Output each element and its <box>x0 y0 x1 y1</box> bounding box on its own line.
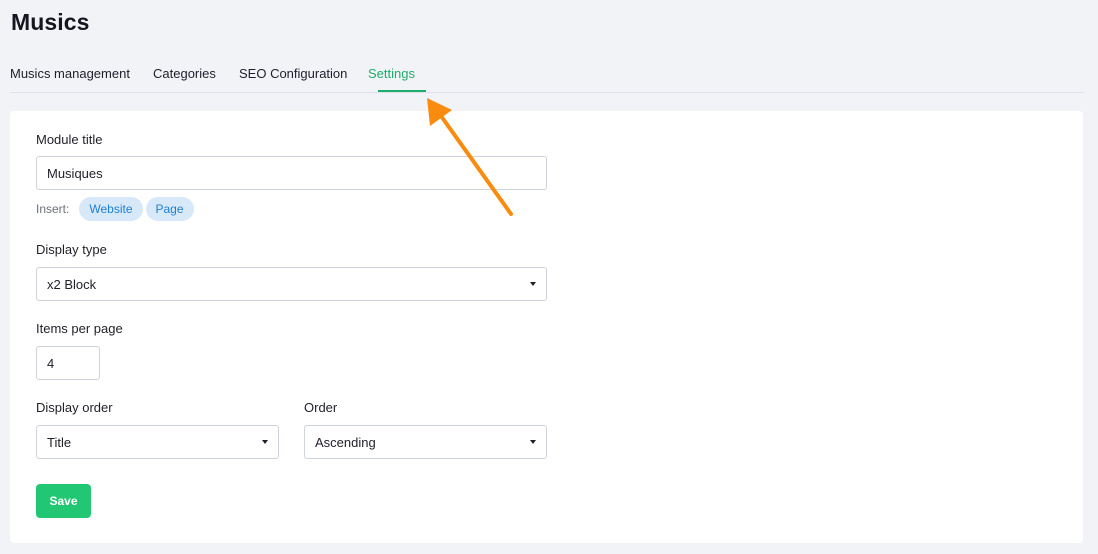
display-type-value: x2 Block <box>47 276 97 292</box>
display-order-label: Display order <box>36 400 113 415</box>
caret-down-icon <box>262 440 268 444</box>
tab-settings[interactable]: Settings <box>368 66 415 81</box>
items-per-page-value: 4 <box>47 355 55 371</box>
save-button[interactable]: Save <box>36 484 91 518</box>
insert-variables: Insert: Website Page <box>36 196 197 222</box>
insert-label: Insert: <box>36 202 70 216</box>
page: Musics Musics management Categories SEO … <box>0 0 1098 554</box>
items-per-page-input[interactable]: 4 <box>36 346 100 380</box>
order-label: Order <box>304 400 338 415</box>
module-title-value: Musiques <box>47 165 103 181</box>
module-title-input[interactable]: Musiques <box>36 156 547 190</box>
order-value: Ascending <box>315 434 376 450</box>
page-title: Musics <box>11 9 90 35</box>
tab-categories[interactable]: Categories <box>153 66 216 81</box>
module-title-label: Module title <box>36 132 103 147</box>
display-type-label: Display type <box>36 242 107 257</box>
display-order-select[interactable]: Title <box>36 425 279 459</box>
items-per-page-label: Items per page <box>36 321 123 336</box>
display-order-value: Title <box>47 434 72 450</box>
insert-page-chip[interactable]: Page <box>145 197 194 221</box>
tab-musics-management[interactable]: Musics management <box>10 66 130 81</box>
tab-bar: Musics management Categories SEO Configu… <box>10 58 1084 93</box>
settings-card: Module title Musiques Insert: Website Pa… <box>10 111 1083 543</box>
order-select[interactable]: Ascending <box>304 425 547 459</box>
display-type-select[interactable]: x2 Block <box>36 267 547 301</box>
caret-down-icon <box>530 282 536 286</box>
tab-seo-configuration[interactable]: SEO Configuration <box>239 66 347 81</box>
insert-website-chip[interactable]: Website <box>79 197 143 221</box>
active-tab-indicator <box>378 90 426 92</box>
caret-down-icon <box>530 440 536 444</box>
